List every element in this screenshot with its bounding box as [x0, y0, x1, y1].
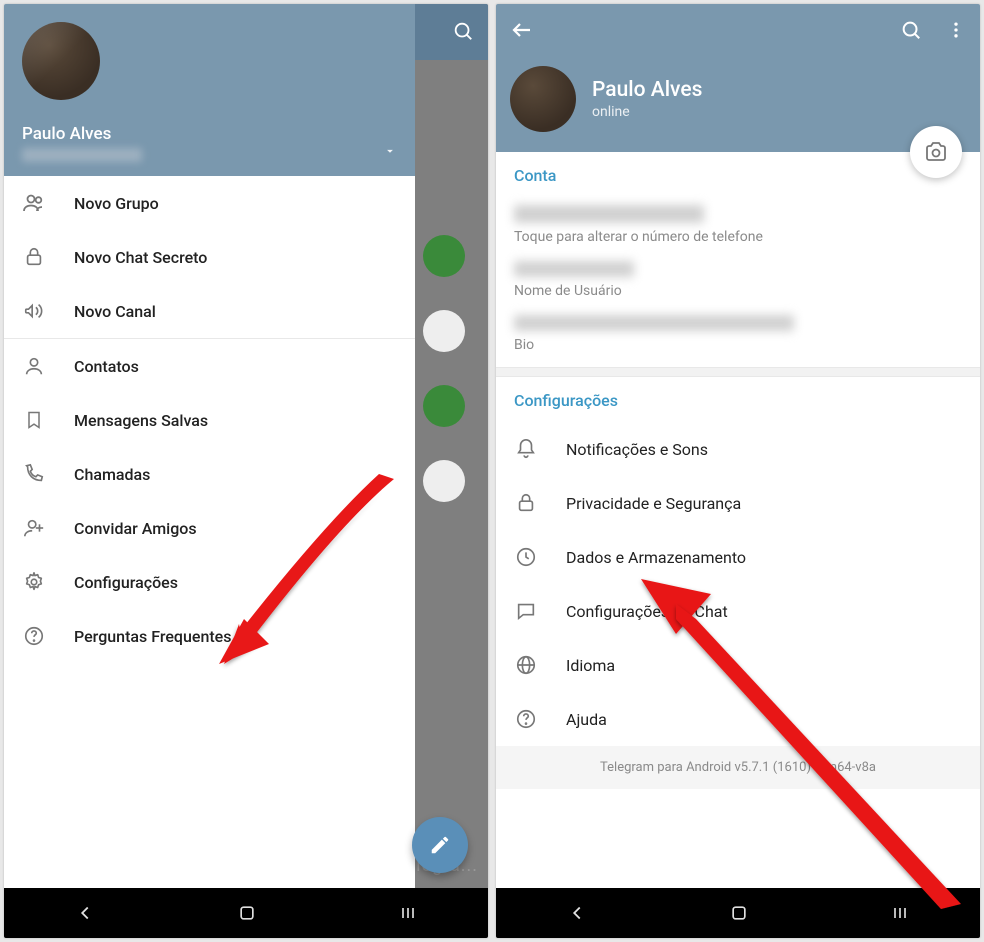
nav-home-icon[interactable]	[237, 903, 257, 923]
menu-label: Mensagens Salvas	[74, 411, 208, 430]
nav-recents-icon[interactable]	[398, 903, 418, 923]
settings-header: Paulo Alves online	[496, 4, 980, 152]
gear-icon	[22, 570, 46, 594]
more-icon[interactable]	[946, 19, 966, 41]
menu-faq[interactable]: Perguntas Frequentes	[4, 609, 415, 663]
setting-label: Dados e Armazenamento	[566, 548, 746, 567]
field-phone[interactable]: Toque para alterar o número de telefone	[514, 197, 962, 253]
compose-fab[interactable]	[412, 817, 468, 873]
field-username[interactable]: Nome de Usuário	[514, 253, 962, 307]
nav-back-icon[interactable]	[566, 902, 588, 924]
setting-label: Privacidade e Segurança	[566, 494, 741, 513]
profile-name: Paulo Alves	[592, 78, 702, 102]
data-icon	[514, 545, 538, 569]
lock-icon	[514, 491, 538, 515]
bio-value-blurred	[514, 315, 794, 331]
chat-underlay-header	[415, 4, 488, 60]
android-navbar	[4, 888, 488, 938]
account-switcher-toggle[interactable]	[383, 144, 397, 158]
setting-help[interactable]: Ajuda	[496, 692, 980, 746]
drawer-user-name: Paulo Alves	[22, 124, 397, 144]
help-icon	[22, 624, 46, 648]
lock-icon	[22, 245, 46, 269]
settings-body[interactable]: Conta Toque para alterar o número de tel…	[496, 152, 980, 888]
people-icon	[22, 191, 46, 215]
setting-notifications[interactable]: Notificações e Sons	[496, 422, 980, 476]
search-icon[interactable]	[900, 19, 922, 41]
menu-label: Novo Chat Secreto	[74, 248, 207, 267]
nav-recents-icon[interactable]	[890, 903, 910, 923]
menu-label: Chamadas	[74, 465, 150, 484]
help-icon	[514, 707, 538, 731]
menu-label: Convidar Amigos	[74, 519, 197, 538]
globe-icon	[514, 653, 538, 677]
avatar[interactable]	[510, 66, 576, 132]
menu-contacts[interactable]: Contatos	[4, 339, 415, 393]
phone-left-drawer: elegra... Paulo Alves Novo Grupo Novo Ch…	[4, 4, 488, 938]
field-bio[interactable]: Bio	[514, 307, 962, 361]
change-photo-fab[interactable]	[910, 126, 962, 178]
phone-right-settings: Paulo Alves online Conta Toque para alte…	[496, 4, 980, 938]
menu-label: Perguntas Frequentes	[74, 627, 231, 646]
phone-icon	[22, 462, 46, 486]
field-hint: Toque para alterar o número de telefone	[514, 229, 962, 245]
setting-label: Notificações e Sons	[566, 440, 708, 459]
section-title-account: Conta	[514, 166, 962, 185]
section-title-settings: Configurações	[514, 391, 962, 410]
menu-label: Novo Canal	[74, 302, 156, 321]
chat-list-underlay	[415, 4, 488, 888]
drawer-menu: Novo Grupo Novo Chat Secreto Novo Canal …	[4, 176, 415, 888]
menu-saved-messages[interactable]: Mensagens Salvas	[4, 393, 415, 447]
menu-label: Configurações	[74, 573, 178, 592]
menu-label: Novo Grupo	[74, 194, 159, 213]
nav-home-icon[interactable]	[729, 903, 749, 923]
username-value-blurred	[514, 261, 634, 277]
setting-label: Ajuda	[566, 710, 607, 729]
profile-status: online	[592, 104, 702, 120]
chat-icon	[514, 599, 538, 623]
drawer-header: Paulo Alves	[4, 4, 415, 176]
setting-chat[interactable]: Configurações de Chat	[496, 584, 980, 638]
section-separator	[496, 367, 980, 377]
megaphone-icon	[22, 299, 46, 323]
android-navbar	[496, 888, 980, 938]
avatar[interactable]	[22, 22, 100, 100]
drawer-user-phone-blurred	[22, 148, 142, 162]
menu-invite-friends[interactable]: Convidar Amigos	[4, 501, 415, 555]
setting-privacy[interactable]: Privacidade e Segurança	[496, 476, 980, 530]
menu-settings[interactable]: Configurações	[4, 555, 415, 609]
menu-new-group[interactable]: Novo Grupo	[4, 176, 415, 230]
setting-language[interactable]: Idioma	[496, 638, 980, 692]
menu-calls[interactable]: Chamadas	[4, 447, 415, 501]
bell-icon	[514, 437, 538, 461]
back-button[interactable]	[510, 18, 534, 42]
add-user-icon	[22, 516, 46, 540]
version-text: Telegram para Android v5.7.1 (1610) arm6…	[496, 746, 980, 789]
setting-label: Configurações de Chat	[566, 602, 728, 621]
menu-new-channel[interactable]: Novo Canal	[4, 284, 415, 338]
person-icon	[22, 354, 46, 378]
setting-label: Idioma	[566, 656, 615, 675]
field-hint: Nome de Usuário	[514, 283, 962, 299]
phone-value-blurred	[514, 205, 704, 223]
menu-new-secret-chat[interactable]: Novo Chat Secreto	[4, 230, 415, 284]
bookmark-icon	[22, 408, 46, 432]
setting-data-storage[interactable]: Dados e Armazenamento	[496, 530, 980, 584]
menu-label: Contatos	[74, 357, 139, 376]
nav-back-icon[interactable]	[74, 902, 96, 924]
field-hint: Bio	[514, 337, 962, 353]
